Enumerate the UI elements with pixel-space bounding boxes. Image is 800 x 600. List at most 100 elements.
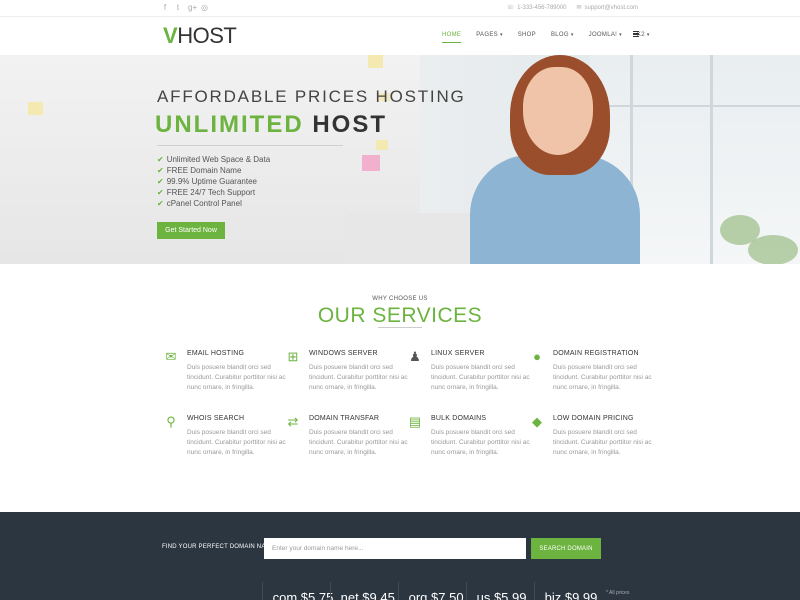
feature-item: ✔ Unlimited Web Space & Data	[157, 154, 270, 165]
service-title: LOW DOMAIN PRICING	[553, 415, 634, 422]
tld-price: .biz $9.99	[534, 582, 602, 600]
nav-label: PAGES	[476, 32, 498, 38]
service-title: WHOIS SEARCH	[187, 415, 245, 422]
service-title: BULK DOMAINS	[431, 415, 487, 422]
phone-info: ☏ 1-333-456-789000	[507, 3, 567, 13]
service-description: Duis posuere blandit orci sed tincidunt.…	[553, 364, 652, 391]
sticky-note-image	[368, 55, 383, 68]
sticky-note-image	[28, 102, 43, 115]
check-icon: ✔	[157, 177, 164, 186]
services-divider	[378, 327, 422, 328]
email-address: support@vhost.com	[584, 5, 638, 11]
nav-label: JOOMLA!	[588, 32, 618, 38]
service-title: DOMAIN REGISTRATION	[553, 350, 639, 357]
check-icon: ✔	[157, 199, 164, 208]
nav-label: BLOG	[550, 32, 569, 38]
service-description: Duis posuere blandit orci sed tincidunt.…	[309, 364, 408, 391]
sticky-note-image	[376, 140, 388, 150]
tld-price: .net $9.45	[330, 582, 398, 600]
chevron-down-icon: ▾	[646, 32, 650, 38]
plant-image	[748, 235, 798, 264]
service-title: DOMAIN TRANSFAR	[309, 415, 380, 422]
hero-title: UNLIMITED HOST	[155, 111, 387, 139]
linux-icon: ♟	[409, 349, 421, 364]
tld-price: .com $5.75	[262, 582, 333, 600]
tag-icon: ◆	[532, 414, 542, 429]
nav-label: HOME	[442, 32, 462, 38]
hero-title-rest: HOST	[312, 111, 387, 138]
contact-info: ☏ 1-333-456-789000 ✉ support@vhost.com	[507, 3, 638, 13]
domain-search-label: FIND YOUR PERFECT DOMAIN NAME	[162, 544, 275, 550]
nav-home[interactable]: HOME	[442, 31, 462, 43]
phone-icon: ☏	[506, 5, 515, 11]
tld-price: .us $5.99	[466, 582, 534, 600]
feature-item: ✔ FREE 24/7 Tech Support	[157, 187, 270, 198]
google-plus-icon[interactable]: g+	[188, 3, 197, 13]
service-description: Duis posuere blandit orci sed tincidunt.…	[309, 429, 408, 456]
feature-item: ✔ FREE Domain Name	[157, 165, 270, 176]
nav-blog[interactable]: BLOG ▾	[551, 31, 574, 39]
chevron-down-icon: ▾	[499, 32, 503, 38]
mail-icon: ✉	[576, 5, 582, 11]
hero-divider	[157, 145, 343, 146]
chevron-down-icon: ▾	[619, 32, 622, 38]
check-icon: ✔	[157, 166, 164, 175]
price-note: * All prices	[606, 590, 630, 596]
logo-text: HOST	[177, 23, 237, 48]
tld-price-list: .com $5.75 .net $9.45 .org $7.50 .us $5.…	[262, 582, 602, 600]
service-title: EMAIL HOSTING	[187, 350, 245, 357]
feature-text: FREE Domain Name	[166, 166, 242, 175]
dribbble-icon[interactable]: ◎	[201, 3, 208, 13]
service-description: Duis posuere blandit orci sed tincidunt.…	[431, 364, 530, 391]
envelope-icon: ✉	[165, 349, 177, 364]
main-nav: HOME PAGES ▾ SHOP BLOG ▾ JOOMLA! ▾ K2 ▾	[442, 31, 665, 43]
domain-search-section: FIND YOUR PERFECT DOMAIN NAME SEARCH DOM…	[0, 512, 800, 600]
phone-number: 1-333-456-789000	[517, 5, 567, 11]
hero-section: AFFORDABLE PRICES HOSTING UNLIMITED HOST…	[0, 55, 800, 264]
feature-text: 99.9% Uptime Guarantee	[166, 177, 257, 186]
service-title: WINDOWS SERVER	[309, 350, 378, 357]
search-domain-button[interactable]: SEARCH DOMAIN	[531, 538, 601, 559]
service-description: Duis posuere blandit orci sed tincidunt.…	[187, 429, 286, 456]
check-icon: ✔	[157, 155, 164, 164]
hero-subtitle: AFFORDABLE PRICES HOSTING	[157, 87, 466, 106]
feature-list: ✔ Unlimited Web Space & Data ✔ FREE Domain…	[157, 154, 270, 209]
feature-text: Unlimited Web Space & Data	[166, 155, 271, 164]
search-icon: ⚲	[166, 414, 176, 429]
domain-search-input[interactable]	[264, 538, 526, 559]
feature-item: ✔ cPanel Control Panel	[157, 198, 270, 209]
logo-accent: V	[163, 23, 178, 48]
logo[interactable]: VHOST	[163, 23, 237, 48]
site-header: VHOST HOME PAGES ▾ SHOP BLOG ▾ JOOMLA! ▾ K2…	[0, 17, 800, 55]
globe-icon: ●	[533, 349, 541, 364]
hero-title-accent: UNLIMITED	[155, 111, 304, 138]
nav-pages[interactable]: PAGES ▾	[476, 31, 503, 39]
check-icon: ✔	[157, 188, 164, 197]
chevron-down-icon: ▾	[570, 32, 574, 38]
feature-item: ✔ 99.9% Uptime Guarantee	[157, 176, 270, 187]
facebook-icon[interactable]: f	[162, 3, 168, 13]
services-eyebrow: WHY CHOOSE US	[372, 296, 428, 302]
services-title: OUR SERVICES	[317, 304, 483, 327]
woman-face-image	[523, 67, 593, 155]
social-links: f t g+ ◎	[162, 3, 208, 13]
get-started-button[interactable]: Get Started Now	[157, 222, 225, 239]
windows-icon: ⊞	[287, 349, 299, 364]
twitter-icon[interactable]: t	[175, 3, 181, 13]
service-description: Duis posuere blandit orci sed tincidunt.…	[431, 429, 530, 456]
menu-icon[interactable]	[633, 31, 639, 37]
nav-label: SHOP	[517, 32, 536, 38]
service-title: LINUX SERVER	[431, 350, 485, 357]
service-description: Duis posuere blandit orci sed tincidunt.…	[187, 364, 286, 391]
service-description: Duis posuere blandit orci sed tincidunt.…	[553, 429, 652, 456]
top-bar: f t g+ ◎ ☏ 1-333-456-789000 ✉ support@vhos…	[0, 0, 800, 17]
feature-text: cPanel Control Panel	[166, 199, 242, 208]
email-info[interactable]: ✉ support@vhost.com	[577, 3, 638, 13]
basket-icon: ▤	[408, 414, 422, 429]
nav-shop[interactable]: SHOP	[518, 31, 536, 39]
nav-joomla[interactable]: JOOMLA! ▾	[589, 31, 622, 39]
exchange-icon: ⇄	[287, 414, 299, 429]
feature-text: FREE 24/7 Tech Support	[166, 188, 256, 197]
tld-price: .org $7.50	[398, 582, 466, 600]
sticky-note-image	[362, 155, 380, 171]
